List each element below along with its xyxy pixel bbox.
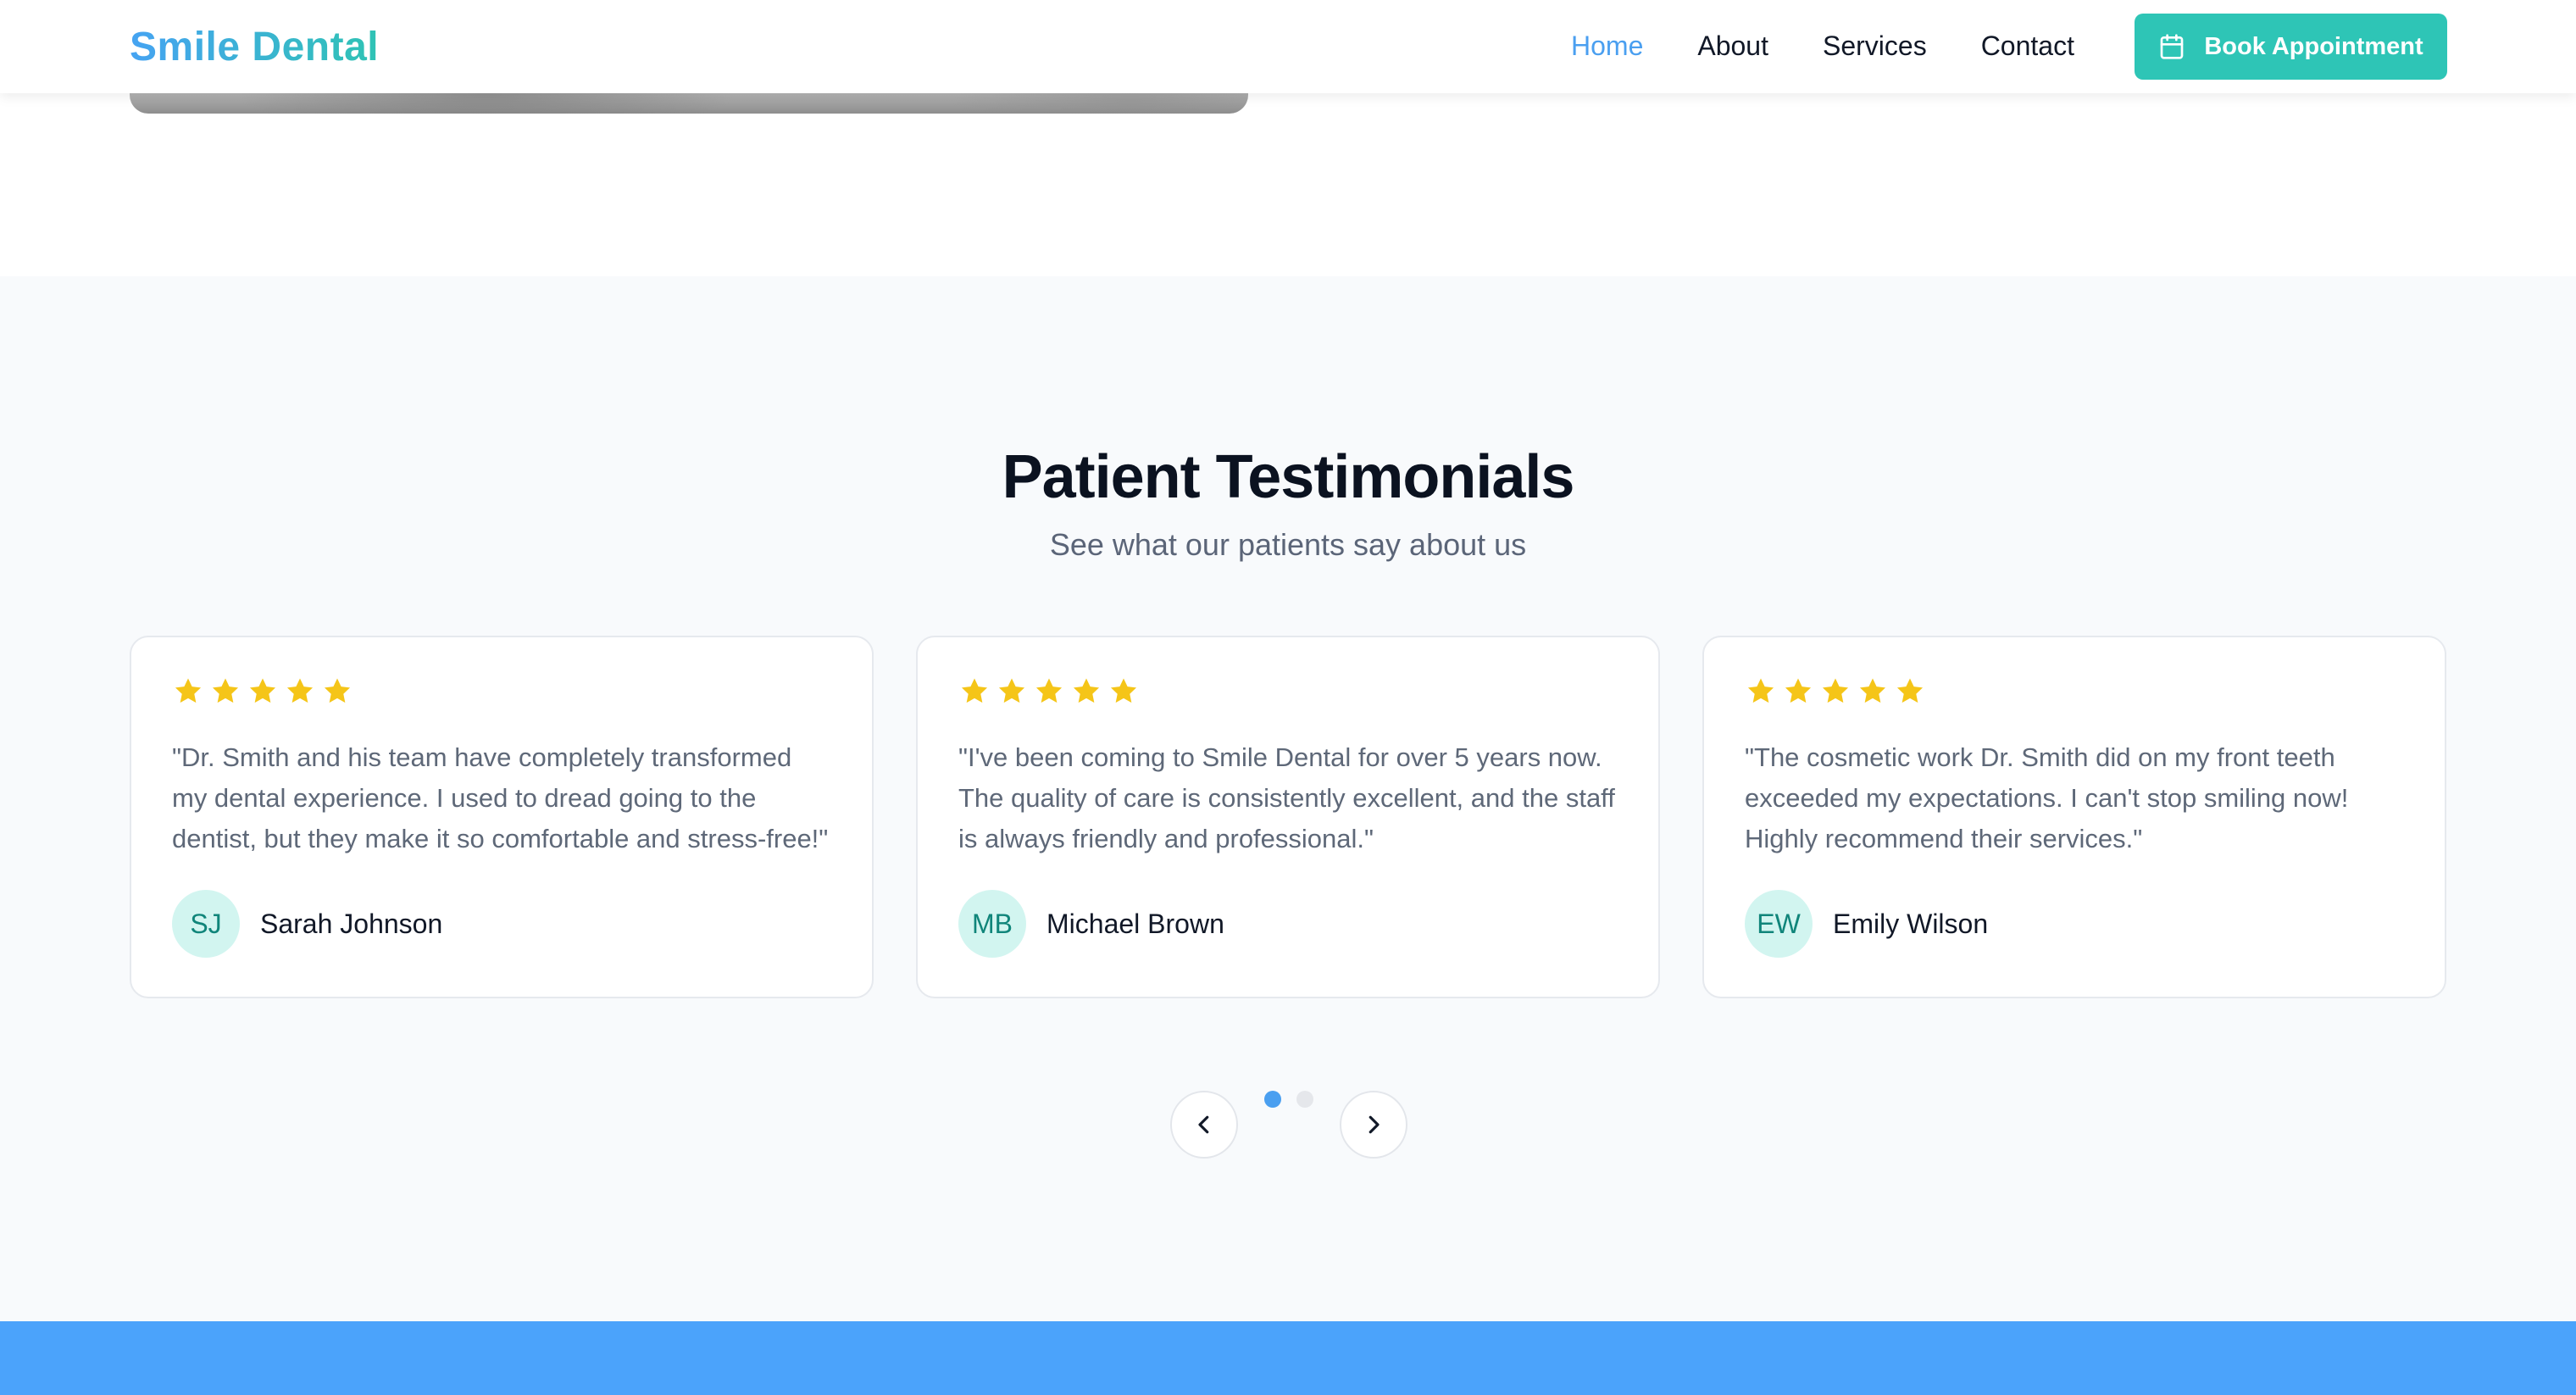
testimonial-author: EW Emily Wilson <box>1745 890 2404 958</box>
carousel-next-button[interactable] <box>1340 1091 1407 1159</box>
book-appointment-label: Book Appointment <box>2204 32 2423 60</box>
carousel-dot[interactable] <box>1296 1091 1313 1108</box>
testimonial-quote: "Dr. Smith and his team have completely … <box>172 742 829 853</box>
nav-link-services[interactable]: Services <box>1823 31 1927 62</box>
book-appointment-button[interactable]: Book Appointment <box>2135 14 2447 80</box>
testimonial-author: MB Michael Brown <box>958 890 1618 958</box>
author-name: Sarah Johnson <box>260 908 443 939</box>
nav-link-about[interactable]: About <box>1697 31 1768 62</box>
avatar: SJ <box>172 890 240 958</box>
star-icon <box>998 678 1025 703</box>
star-icon <box>1859 678 1886 703</box>
testimonial-card: "Dr. Smith and his team have completely … <box>130 636 874 998</box>
testimonials-section: Patient Testimonials See what our patien… <box>0 276 2576 1321</box>
star-icon <box>1822 678 1849 703</box>
nav-link-home[interactable]: Home <box>1571 31 1643 62</box>
carousel-controls <box>0 1091 2576 1159</box>
star-icon <box>1110 678 1137 703</box>
star-icon <box>1896 678 1924 703</box>
brand-logo[interactable]: Smile Dental <box>130 24 379 70</box>
star-icon <box>1747 678 1774 703</box>
avatar: EW <box>1745 890 1813 958</box>
cta-band <box>0 1321 2576 1395</box>
star-rating <box>1745 675 2404 709</box>
chevron-left-icon <box>1198 1115 1209 1134</box>
section-title: Patient Testimonials <box>1002 443 1575 511</box>
author-name: Emily Wilson <box>1833 908 1989 939</box>
star-icon <box>212 678 239 703</box>
testimonial-cards: "Dr. Smith and his team have completely … <box>130 636 2447 998</box>
testimonial-author: SJ Sarah Johnson <box>172 890 831 958</box>
testimonial-card: "I've been coming to Smile Dental for ov… <box>916 636 1660 998</box>
star-icon <box>1785 678 1812 703</box>
star-icon <box>1073 678 1100 703</box>
testimonial-quote: "The cosmetic work Dr. Smith did on my f… <box>1745 742 2349 853</box>
testimonial-card: "The cosmetic work Dr. Smith did on my f… <box>1702 636 2446 998</box>
carousel-prev-button[interactable] <box>1170 1091 1238 1159</box>
star-icon <box>961 678 988 703</box>
star-icon <box>286 678 314 703</box>
testimonial-quote: "I've been coming to Smile Dental for ov… <box>958 742 1615 853</box>
carousel-dots <box>1264 1091 1313 1108</box>
top-navbar: Smile Dental Home About Services Contact… <box>0 0 2576 93</box>
carousel-dot[interactable] <box>1264 1091 1281 1108</box>
calendar-icon <box>2161 34 2184 59</box>
avatar: MB <box>958 890 1026 958</box>
main-nav: Home About Services Contact <box>1571 31 2074 62</box>
chevron-right-icon <box>1368 1115 1380 1134</box>
section-subtitle: See what our patients say about us <box>1049 527 1527 562</box>
star-icon <box>1035 678 1063 703</box>
star-icon <box>249 678 276 703</box>
star-icon <box>175 678 202 703</box>
star-rating <box>958 675 1618 709</box>
author-name: Michael Brown <box>1046 908 1224 939</box>
star-icon <box>324 678 351 703</box>
nav-link-contact[interactable]: Contact <box>1981 31 2074 62</box>
star-rating <box>172 675 831 709</box>
